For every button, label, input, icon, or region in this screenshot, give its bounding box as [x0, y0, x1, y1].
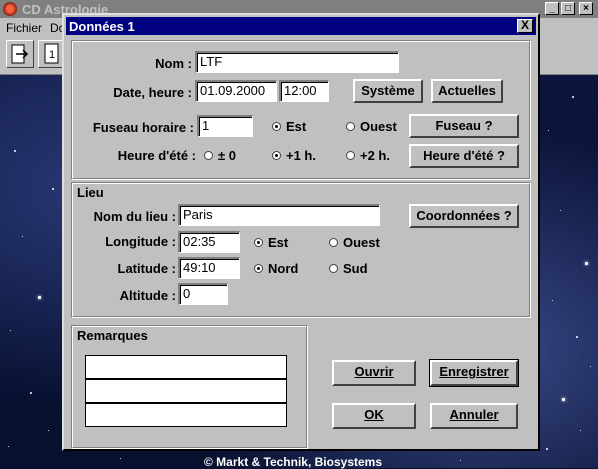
long-ouest-radio[interactable]: Ouest	[329, 235, 380, 251]
systeme-button[interactable]: Système	[353, 79, 423, 103]
lat-sud-radio[interactable]: Sud	[329, 261, 368, 277]
latitude-field[interactable]: 49:10	[178, 257, 240, 279]
radio-selected-icon	[254, 264, 263, 273]
nom-field[interactable]: LTF	[195, 51, 399, 73]
star	[576, 336, 578, 338]
radio-empty-icon	[346, 122, 355, 131]
ete-2-label: +2 h.	[360, 148, 390, 163]
ete-0-radio[interactable]: ± 0	[204, 148, 236, 164]
dialog-close-button[interactable]: X	[517, 19, 533, 33]
donnees-dialog: Données 1 X Nom : LTF Date, heure : 01.0…	[62, 13, 540, 451]
nom-label: Nom :	[155, 56, 192, 71]
ok-button[interactable]: OK	[332, 403, 416, 429]
star	[562, 398, 565, 401]
ete-0-label: ± 0	[218, 148, 236, 163]
nom-lieu-label: Nom du lieu :	[93, 209, 176, 224]
radio-empty-icon	[329, 264, 338, 273]
coordonnees-button[interactable]: Coordonnées ?	[409, 204, 519, 228]
star	[580, 430, 581, 431]
star	[560, 210, 561, 211]
actuelles-button[interactable]: Actuelles	[431, 79, 503, 103]
fuseau-query-button[interactable]: Fuseau ?	[409, 114, 519, 138]
star	[52, 188, 54, 190]
fuseau-ouest-label: Ouest	[360, 119, 397, 134]
long-ouest-label: Ouest	[343, 235, 380, 250]
annuler-label: Annuler	[449, 407, 499, 422]
lat-nord-label: Nord	[268, 261, 299, 276]
dialog-titlebar: Données 1 X	[66, 17, 536, 35]
remarques-group-label: Remarques	[77, 328, 148, 343]
lieu-group-label: Lieu	[77, 185, 104, 200]
toolbar-exit-button[interactable]	[6, 40, 34, 68]
star	[14, 150, 16, 152]
ok-label: OK	[364, 407, 384, 422]
ouvrir-button[interactable]: Ouvrir	[332, 360, 416, 386]
fuseau-field[interactable]: 1	[197, 115, 253, 137]
longitude-label: Longitude :	[105, 234, 176, 249]
star	[120, 458, 121, 459]
maximize-icon[interactable]: □	[561, 2, 575, 15]
fuseau-ouest-radio[interactable]: Ouest	[346, 119, 397, 135]
longitude-field[interactable]: 02:35	[178, 231, 240, 253]
star	[22, 236, 23, 237]
star	[585, 262, 588, 265]
minimize-icon[interactable]: _	[545, 2, 559, 15]
long-est-label: Est	[268, 235, 289, 250]
star	[38, 296, 41, 299]
enregistrer-label: Enregistrer	[439, 364, 509, 379]
radio-empty-icon	[204, 151, 213, 160]
date-heure-label: Date, heure :	[113, 85, 192, 100]
exit-door-icon	[11, 44, 29, 64]
latitude-label: Latitude :	[117, 261, 177, 276]
radio-selected-icon	[254, 238, 263, 247]
lat-nord-radio[interactable]: Nord	[254, 261, 298, 277]
fuseau-est-label: Est	[286, 119, 307, 134]
star	[552, 300, 553, 301]
long-est-radio[interactable]: Est	[254, 235, 288, 251]
app-logo-icon	[3, 2, 17, 16]
radio-empty-icon	[329, 238, 338, 247]
ouvrir-label: Ouvrir	[354, 364, 394, 379]
radio-selected-icon	[272, 151, 281, 160]
star	[10, 330, 11, 331]
star	[460, 460, 461, 461]
copyright-text: © Markt & Technik, Biosystems	[204, 455, 383, 469]
fuseau-horaire-label: Fuseau horaire :	[92, 120, 194, 135]
star	[546, 448, 548, 450]
menu-fichier[interactable]: Fichier	[6, 21, 42, 35]
heure-ete-label: Heure d'été :	[117, 148, 196, 163]
star	[48, 430, 49, 431]
ete-1-radio[interactable]: +1 h.	[272, 148, 316, 164]
star	[548, 130, 549, 131]
remarques-line-3[interactable]	[85, 403, 287, 427]
altitude-field[interactable]: 0	[178, 283, 228, 305]
star	[8, 446, 9, 447]
heure-field[interactable]: 12:00	[279, 80, 329, 102]
ete-1-label: +1 h.	[286, 148, 316, 163]
lat-sud-label: Sud	[343, 261, 368, 276]
annuler-button[interactable]: Annuler	[430, 403, 518, 429]
svg-text:1: 1	[49, 49, 55, 61]
remarques-line-2[interactable]	[85, 379, 287, 403]
altitude-label: Altitude :	[119, 288, 176, 303]
enregistrer-button[interactable]: Enregistrer	[429, 359, 519, 387]
heure-ete-query-button[interactable]: Heure d'été ?	[409, 144, 519, 168]
remarques-line-1[interactable]	[85, 355, 287, 379]
fuseau-est-radio[interactable]: Est	[272, 119, 306, 135]
lieu-field[interactable]: Paris	[178, 204, 380, 226]
date-field[interactable]: 01.09.2000	[195, 80, 277, 102]
radio-empty-icon	[346, 151, 355, 160]
star	[30, 392, 32, 394]
radio-selected-icon	[272, 122, 281, 131]
ete-2-radio[interactable]: +2 h.	[346, 148, 390, 164]
star	[590, 366, 591, 367]
star	[572, 96, 574, 98]
close-icon[interactable]: ×	[579, 2, 593, 15]
dialog-title: Données 1	[69, 19, 135, 34]
